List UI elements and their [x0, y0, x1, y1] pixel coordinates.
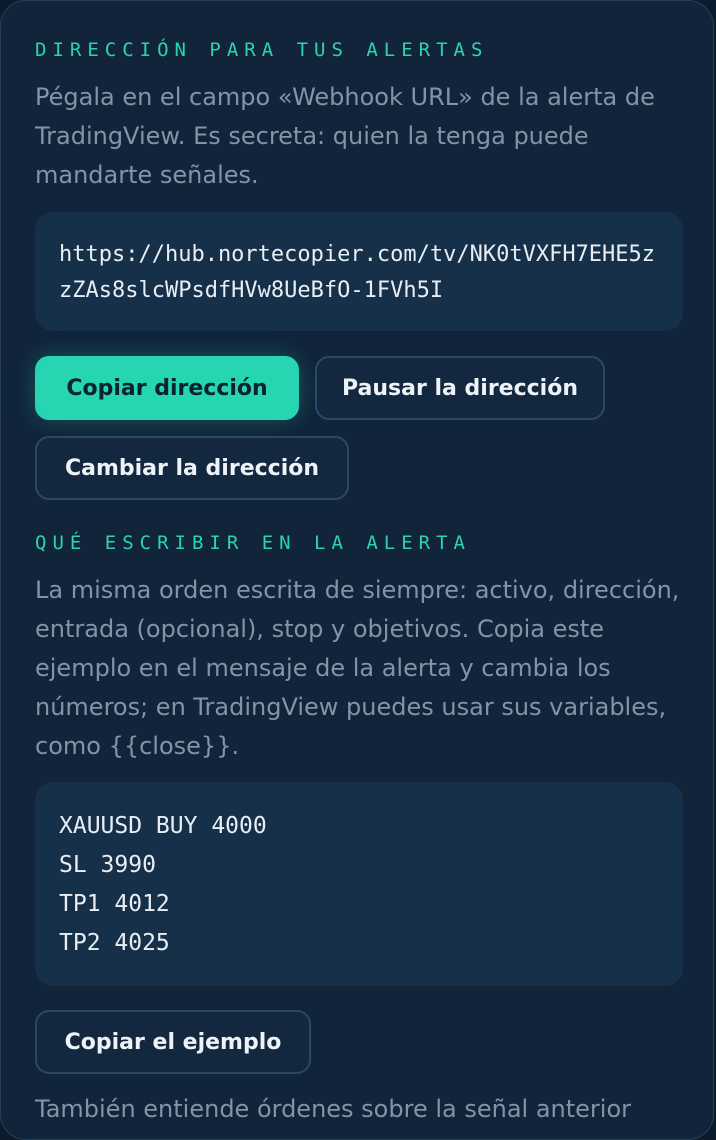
orders-help-text: También entiende órdenes sobre la señal …: [35, 1095, 632, 1123]
alert-example-box[interactable]: XAUUSD BUY 4000 SL 3990 TP1 4012 TP2 402…: [35, 782, 683, 986]
example-line-stop: SL 3990: [59, 852, 156, 878]
example-line-tp1: TP1 4012: [59, 891, 170, 917]
example-line-asset: XAUUSD BUY 4000: [59, 813, 267, 839]
address-section-description: Pégala en el campo «Webhook URL» de la a…: [35, 83, 655, 189]
message-section-heading: QUÉ ESCRIBIR EN LA ALERTA: [35, 532, 471, 554]
example-line-tp2: TP2 4025: [59, 930, 170, 956]
copy-example-button[interactable]: Copiar el ejemplo: [35, 1010, 311, 1074]
pause-address-button[interactable]: Pausar la dirección: [315, 356, 605, 420]
message-section-description: La misma orden escrita de siempre: activ…: [35, 576, 680, 760]
copy-address-button[interactable]: Copiar dirección: [35, 356, 299, 420]
webhook-url-text[interactable]: https://hub.nortecopier.com/tv/NK0tVXFH7…: [59, 237, 659, 309]
webhook-url-box[interactable]: https://hub.nortecopier.com/tv/NK0tVXFH7…: [35, 212, 683, 331]
change-address-button[interactable]: Cambiar la dirección: [35, 436, 349, 500]
address-section-heading: DIRECCIÓN PARA TUS ALERTAS: [35, 39, 489, 61]
webhook-settings-card: DIRECCIÓN PARA TUS ALERTAS Pégala en el …: [0, 0, 714, 1140]
